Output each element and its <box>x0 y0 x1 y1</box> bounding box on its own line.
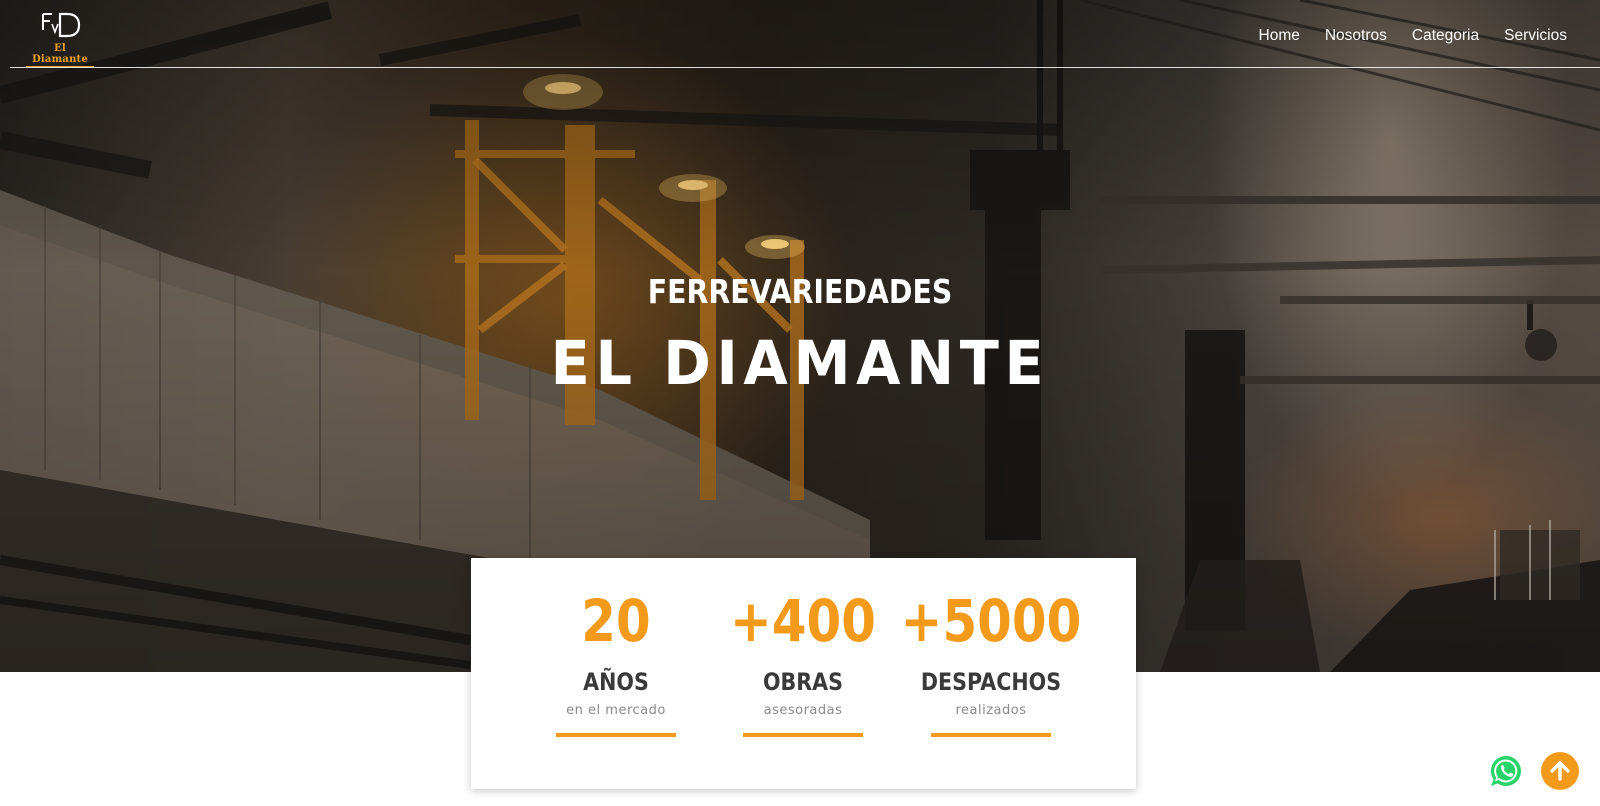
logo-text: El Diamante <box>26 43 94 67</box>
arrow-up-icon <box>1550 761 1570 781</box>
nav-item-nosotros[interactable]: Nosotros <box>1325 27 1387 45</box>
navbar: El Diamante Home Nosotros Categoria Serv… <box>0 0 1600 68</box>
page: El Diamante Home Nosotros Categoria Serv… <box>0 0 1600 806</box>
stat-underline <box>556 733 676 737</box>
stat-label: OBRAS <box>762 668 844 696</box>
hero-subtitle: FERREVARIEDADES <box>647 272 953 311</box>
hero-title: EL DIAMANTE <box>550 328 1050 399</box>
nav-item-categoria[interactable]: Categoria <box>1412 27 1479 45</box>
stat-value: +400 <box>730 587 876 655</box>
stats-card: 20 AÑOS en el mercado +400 OBRAS asesora… <box>471 558 1136 789</box>
nav-item-home[interactable]: Home <box>1259 27 1300 45</box>
stat-description: realizados <box>955 703 1027 718</box>
main-nav: Home Nosotros Categoria Servicios <box>1259 27 1568 45</box>
whatsapp-button[interactable] <box>1489 754 1523 788</box>
stat-value: +5000 <box>900 587 1082 655</box>
nav-divider <box>10 67 1600 68</box>
stat-underline <box>743 733 863 737</box>
scroll-to-top-button[interactable] <box>1541 752 1579 790</box>
stat-underline <box>931 733 1051 737</box>
stat-label: DESPACHOS <box>920 668 1062 696</box>
stat-value: 20 <box>581 587 651 655</box>
brand-logo[interactable]: El Diamante <box>26 12 96 67</box>
whatsapp-icon <box>1490 755 1521 786</box>
stat-description: asesoradas <box>763 703 843 718</box>
logo-mark-icon <box>42 12 81 38</box>
stat-label: AÑOS <box>583 668 649 696</box>
stat-description: en el mercado <box>566 703 666 718</box>
nav-item-servicios[interactable]: Servicios <box>1504 27 1567 45</box>
